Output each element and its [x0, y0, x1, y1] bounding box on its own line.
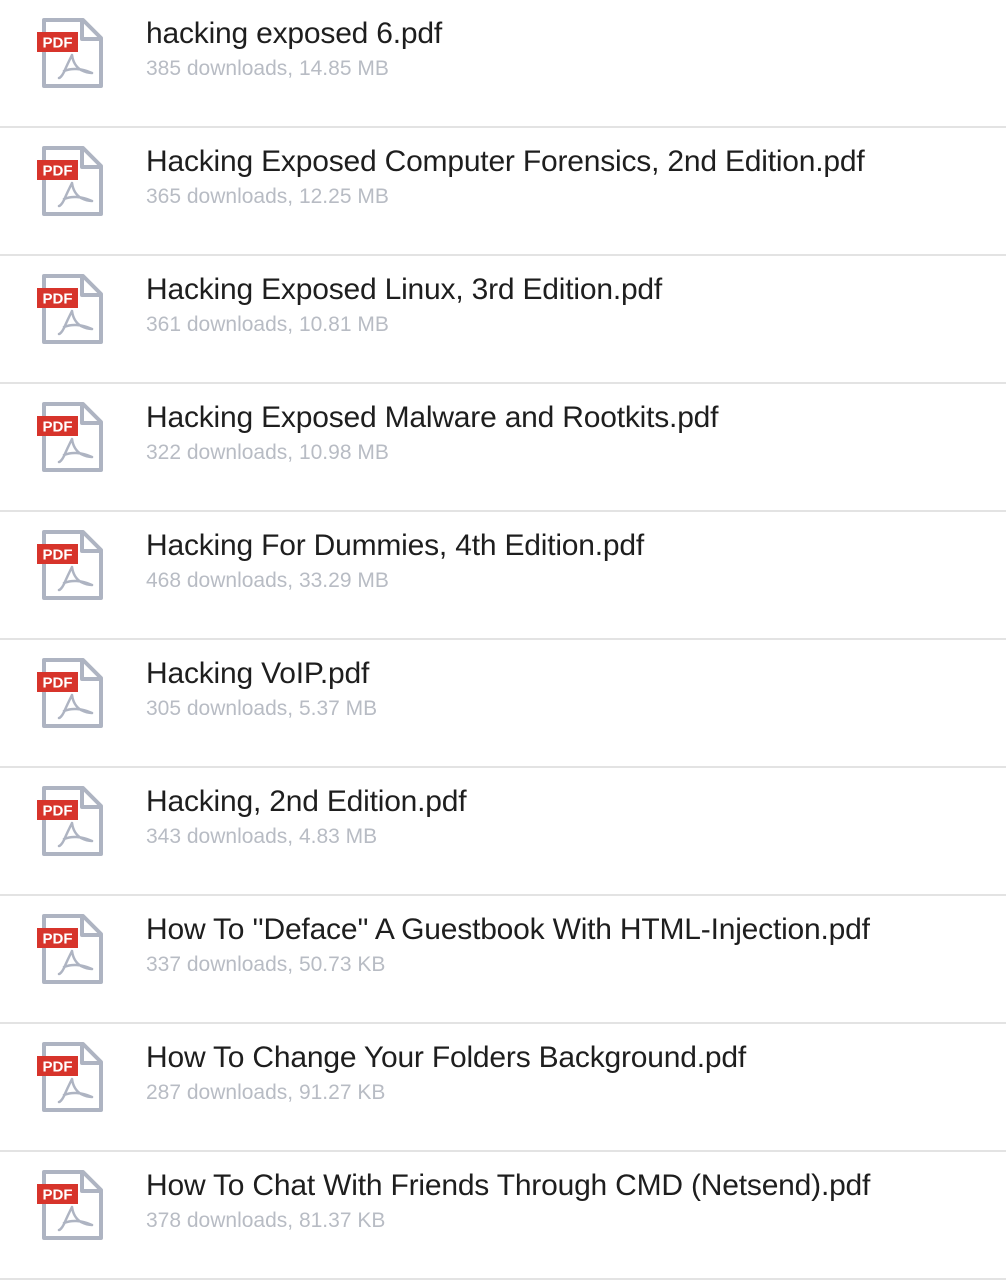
- file-meta: 343 downloads, 4.83 MB: [146, 825, 378, 848]
- file-name: How To Change Your Folders Background.pd…: [146, 1041, 746, 1074]
- file-name: Hacking Exposed Computer Forensics, 2nd …: [146, 145, 865, 178]
- pdf-file-icon: PDF: [37, 274, 105, 346]
- download-count: 468 downloads: [146, 569, 288, 592]
- file-name: Hacking For Dummies, 4th Edition.pdf: [146, 529, 645, 562]
- pdf-badge-label: PDF: [43, 675, 73, 692]
- download-count: 322 downloads: [146, 441, 288, 464]
- file-name: Hacking Exposed Linux, 3rd Edition.pdf: [146, 273, 663, 306]
- pdf-badge-label: PDF: [43, 163, 73, 180]
- download-count: 361 downloads: [146, 313, 288, 336]
- file-size: 10.81 MB: [298, 313, 389, 336]
- pdf-file-icon: PDF: [37, 146, 105, 218]
- download-count: 337 downloads: [146, 953, 288, 976]
- pdf-badge-label: PDF: [43, 931, 73, 948]
- file-size: 91.27 KB: [298, 1081, 386, 1104]
- file-list-item[interactable]: PDF How To ''Deface'' A Guestbook With H…: [0, 896, 1006, 1024]
- file-meta: 305 downloads, 5.37 MB: [146, 697, 378, 720]
- pdf-file-icon: PDF: [37, 786, 105, 858]
- file-name: Hacking VoIP.pdf: [146, 657, 370, 690]
- file-size: 12.25 MB: [298, 185, 389, 208]
- pdf-file-icon: PDF: [37, 402, 105, 474]
- download-count: 305 downloads: [146, 697, 288, 720]
- pdf-badge-label: PDF: [43, 1059, 73, 1076]
- file-size: 4.83 MB: [298, 825, 378, 848]
- file-meta: 322 downloads, 10.98 MB: [146, 441, 389, 464]
- file-meta: 385 downloads, 14.85 MB: [146, 57, 389, 80]
- file-size: 5.37 MB: [298, 697, 378, 720]
- file-list-item[interactable]: PDF Hacking Exposed Linux, 3rd Edition.p…: [0, 256, 1006, 384]
- file-name: Hacking, 2nd Edition.pdf: [146, 785, 467, 818]
- file-list-item[interactable]: PDF How To Change Your Folders Backgroun…: [0, 1024, 1006, 1152]
- file-size: 14.85 MB: [298, 57, 389, 80]
- download-count: 365 downloads: [146, 185, 288, 208]
- file-list-item[interactable]: PDF Hacking Exposed Computer Forensics, …: [0, 128, 1006, 256]
- download-count: 343 downloads: [146, 825, 288, 848]
- file-meta: 337 downloads, 50.73 KB: [146, 953, 386, 976]
- pdf-badge-label: PDF: [43, 547, 73, 564]
- download-count: 378 downloads: [146, 1209, 288, 1232]
- file-meta: 287 downloads, 91.27 KB: [146, 1081, 386, 1104]
- file-meta: 378 downloads, 81.37 KB: [146, 1209, 386, 1232]
- file-size: 10.98 MB: [298, 441, 389, 464]
- file-name: How To Chat With Friends Through CMD (Ne…: [146, 1169, 871, 1202]
- file-list-item[interactable]: PDF How To Chat With Friends Through CMD…: [0, 1152, 1006, 1280]
- pdf-file-icon: PDF: [37, 530, 105, 602]
- file-name: hacking exposed 6.pdf: [146, 17, 443, 50]
- file-meta: 365 downloads, 12.25 MB: [146, 185, 389, 208]
- file-size: 50.73 KB: [298, 953, 386, 976]
- file-name: Hacking Exposed Malware and Rootkits.pdf: [146, 401, 719, 434]
- file-name: How To ''Deface'' A Guestbook With HTML-…: [146, 913, 870, 946]
- download-count: 385 downloads: [146, 57, 288, 80]
- pdf-badge-label: PDF: [43, 291, 73, 308]
- pdf-file-icon: PDF: [37, 658, 105, 730]
- file-list-item[interactable]: PDF Hacking Exposed Malware and Rootkits…: [0, 384, 1006, 512]
- pdf-badge-label: PDF: [43, 35, 73, 52]
- file-meta: 468 downloads, 33.29 MB: [146, 569, 389, 592]
- pdf-badge-label: PDF: [43, 419, 73, 436]
- file-size: 33.29 MB: [298, 569, 389, 592]
- file-size: 81.37 KB: [298, 1209, 386, 1232]
- file-list: PDF hacking exposed 6.pdf 385 downloads,…: [0, 0, 1006, 1280]
- pdf-file-icon: PDF: [37, 914, 105, 986]
- file-list-item[interactable]: PDF hacking exposed 6.pdf 385 downloads,…: [0, 0, 1006, 128]
- pdf-badge-label: PDF: [43, 1187, 73, 1204]
- file-list-item[interactable]: PDF Hacking VoIP.pdf 305 downloads, 5.37…: [0, 640, 1006, 768]
- file-meta: 361 downloads, 10.81 MB: [146, 313, 389, 336]
- file-list-item[interactable]: PDF Hacking, 2nd Edition.pdf 343 downloa…: [0, 768, 1006, 896]
- download-count: 287 downloads: [146, 1081, 288, 1104]
- pdf-file-icon: PDF: [37, 1170, 105, 1242]
- file-list-item[interactable]: PDF Hacking For Dummies, 4th Edition.pdf…: [0, 512, 1006, 640]
- pdf-file-icon: PDF: [37, 1042, 105, 1114]
- pdf-file-icon: PDF: [37, 18, 105, 90]
- pdf-badge-label: PDF: [43, 803, 73, 820]
